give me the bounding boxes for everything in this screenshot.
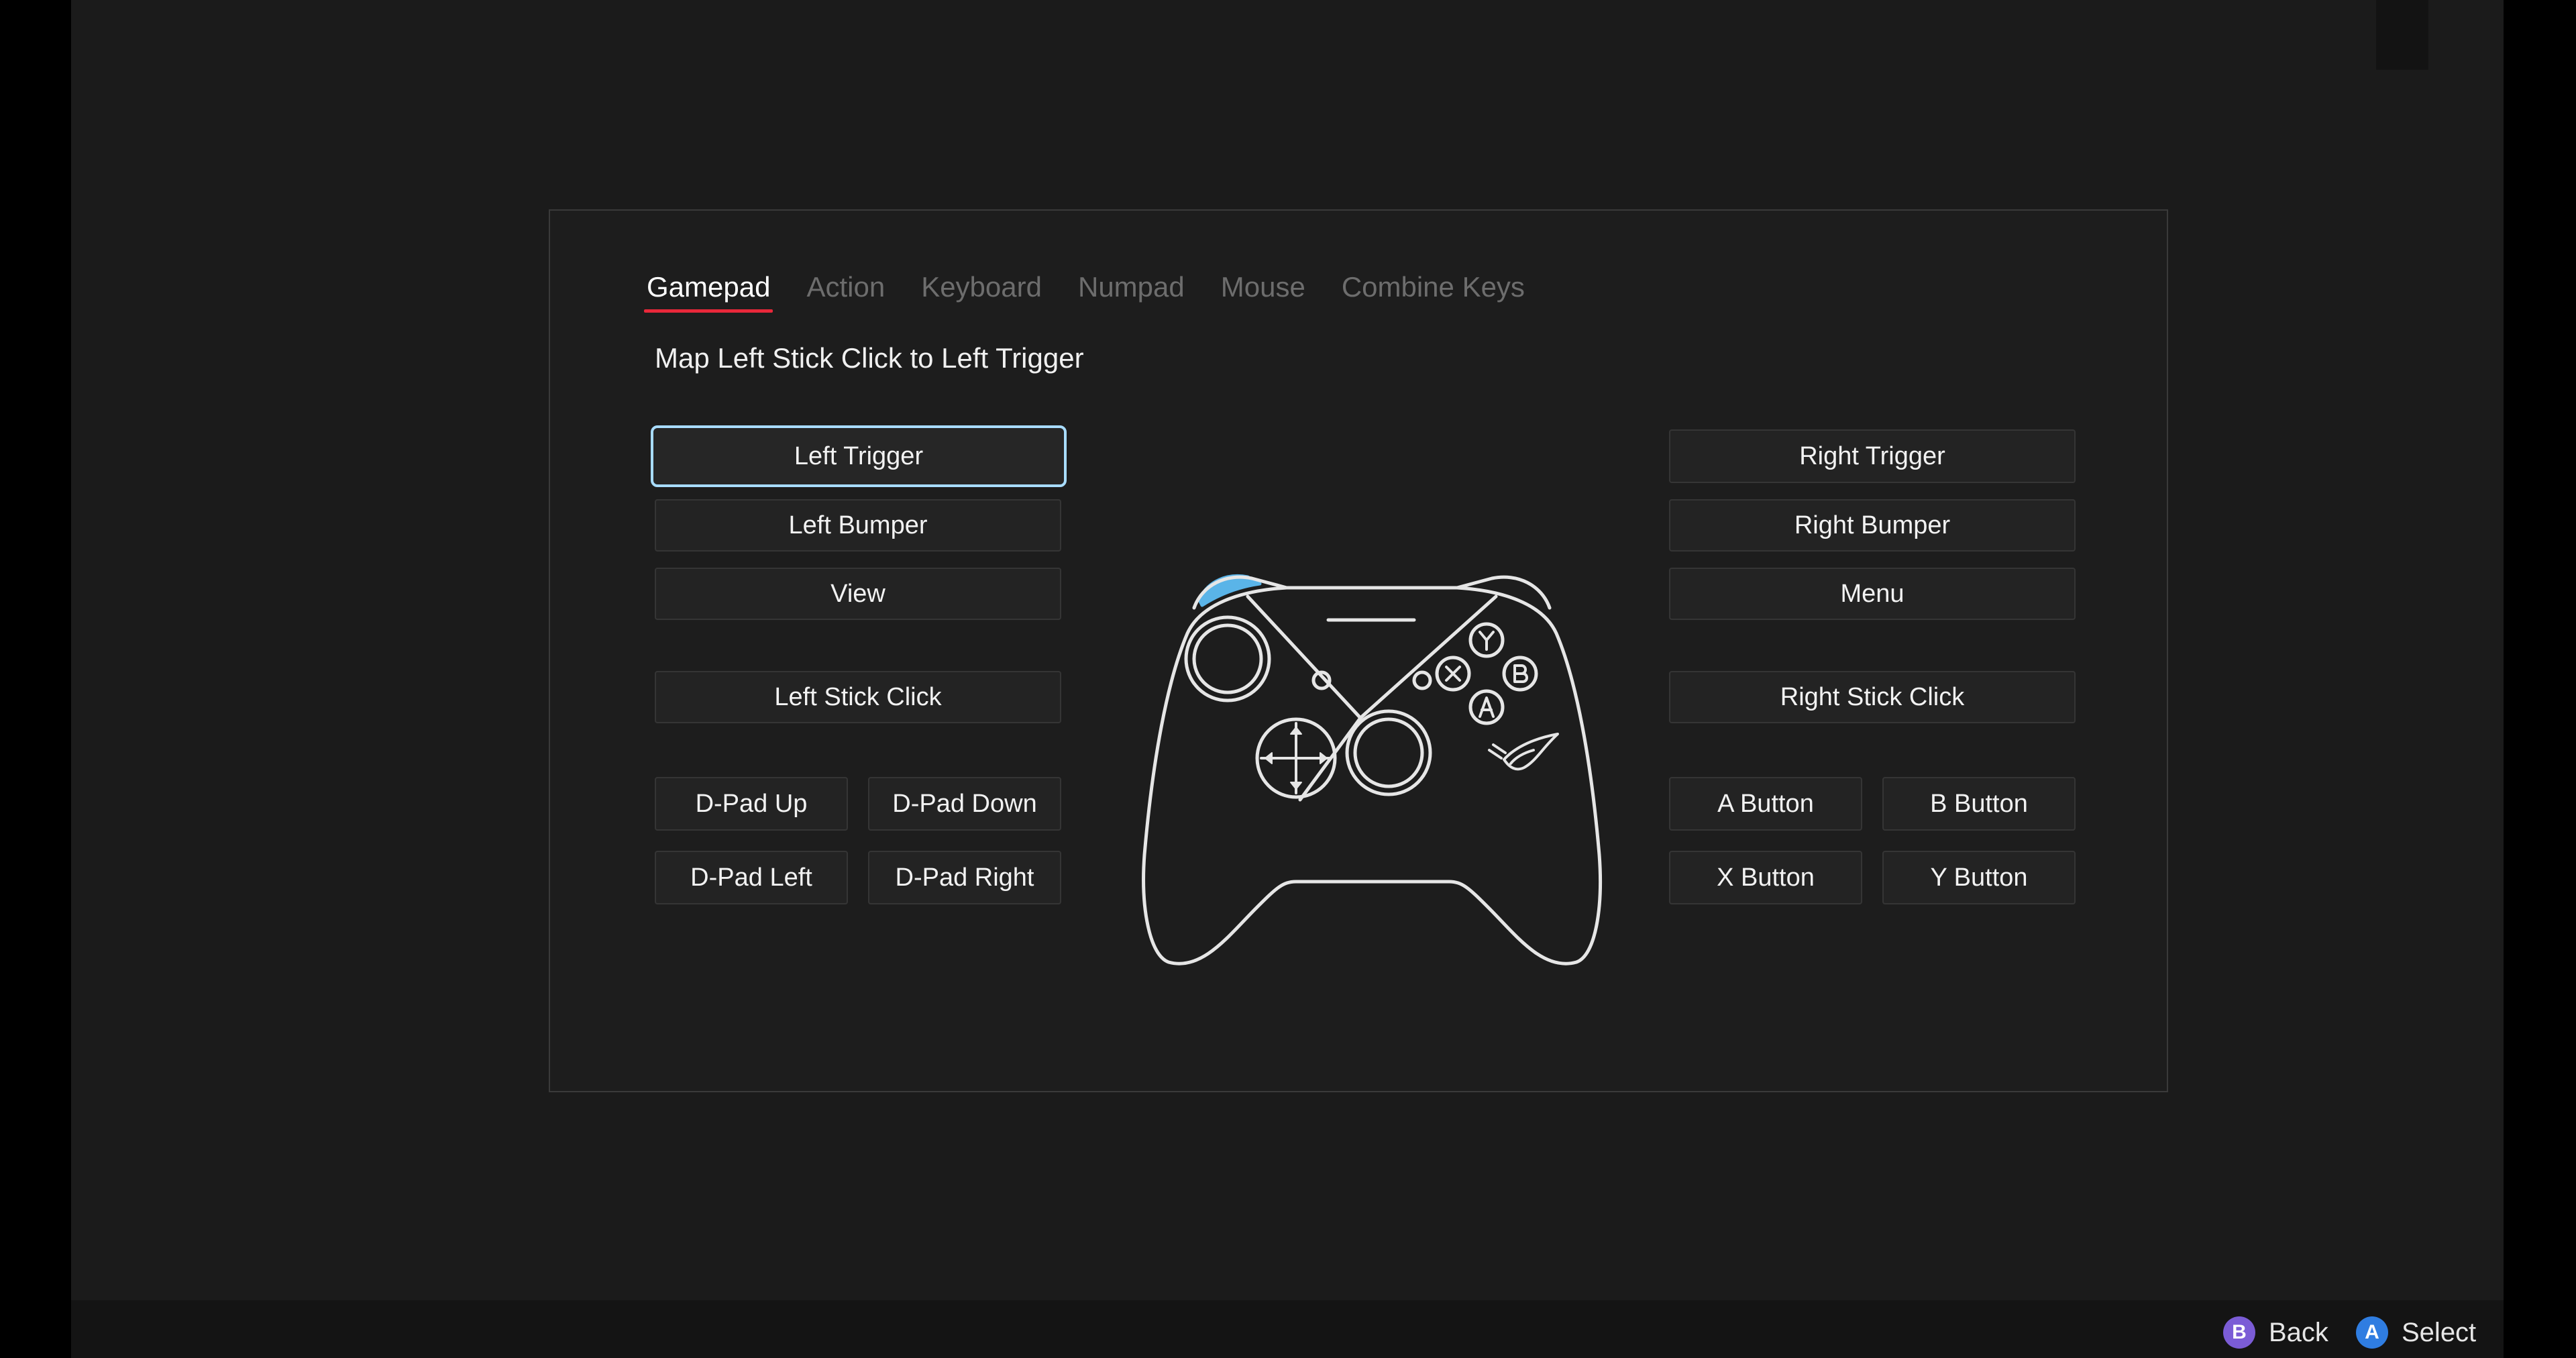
back-label: Back: [2269, 1317, 2328, 1347]
tab-action[interactable]: Action: [804, 271, 888, 313]
select-hint[interactable]: A Select: [2356, 1316, 2476, 1349]
app-window: Gamepad Action Keyboard Numpad Mouse Com…: [71, 0, 2504, 1358]
right-trigger-button[interactable]: Right Trigger: [1669, 429, 2076, 483]
rog-logo-icon: [1488, 733, 1559, 771]
back-hint[interactable]: B Back: [2223, 1316, 2328, 1349]
dpad-up-button[interactable]: D-Pad Up: [655, 777, 848, 831]
controller-diagram-icon: [1142, 574, 1602, 965]
view-button[interactable]: View: [655, 568, 1061, 620]
right-stick-inner: [1353, 717, 1424, 788]
left-bumper-button[interactable]: Left Bumper: [655, 499, 1061, 552]
right-frame-line: [1358, 594, 1498, 720]
left-stick-outer: [1184, 615, 1271, 702]
right-stick-click-button[interactable]: Right Stick Click: [1669, 671, 2076, 723]
dpad-down-arrow-icon: [1290, 782, 1302, 790]
a-button-option[interactable]: A Button: [1669, 777, 1862, 831]
tab-mouse[interactable]: Mouse: [1218, 271, 1308, 313]
window-controls: [2376, 0, 2428, 70]
face-b-icon: [1502, 656, 1538, 692]
left-stick-click-button[interactable]: Left Stick Click: [655, 671, 1061, 723]
menu-dot: [1412, 670, 1432, 690]
left-stick-inner: [1192, 623, 1263, 694]
right-bumper-outline: [1455, 575, 1552, 610]
b-glyph-icon: B: [2223, 1316, 2255, 1349]
tab-keyboard[interactable]: Keyboard: [918, 271, 1044, 313]
dpad-down-button[interactable]: D-Pad Down: [868, 777, 1061, 831]
b-button-option[interactable]: B Button: [1882, 777, 2076, 831]
right-stick-outer: [1345, 709, 1432, 796]
dpad-left-button[interactable]: D-Pad Left: [655, 851, 848, 904]
mapping-description: Map Left Stick Click to Left Trigger: [655, 342, 1084, 374]
footer-bar: [71, 1300, 2504, 1358]
controller-body-outline: [1142, 586, 1602, 965]
tab-numpad[interactable]: Numpad: [1075, 271, 1187, 313]
right-bumper-button[interactable]: Right Bumper: [1669, 499, 2076, 552]
dpad-up-arrow-icon: [1290, 727, 1302, 735]
left-trigger-button[interactable]: Left Trigger: [651, 425, 1067, 487]
left-frame-line: [1246, 594, 1362, 802]
face-y-icon: [1468, 622, 1505, 658]
face-a-icon: [1468, 689, 1505, 725]
face-x-icon: [1435, 656, 1471, 692]
tab-combine-keys[interactable]: Combine Keys: [1339, 271, 1527, 313]
select-label: Select: [2402, 1317, 2477, 1347]
dpad-left-arrow-icon: [1265, 752, 1273, 764]
x-button-option[interactable]: X Button: [1669, 851, 1862, 904]
y-button-option[interactable]: Y Button: [1882, 851, 2076, 904]
a-glyph-icon: A: [2356, 1316, 2388, 1349]
dpad-right-button[interactable]: D-Pad Right: [868, 851, 1061, 904]
tab-gamepad[interactable]: Gamepad: [644, 271, 773, 313]
menu-button[interactable]: Menu: [1669, 568, 2076, 620]
tab-bar: Gamepad Action Keyboard Numpad Mouse Com…: [644, 271, 1527, 313]
mapping-dialog: Gamepad Action Keyboard Numpad Mouse Com…: [549, 209, 2168, 1092]
